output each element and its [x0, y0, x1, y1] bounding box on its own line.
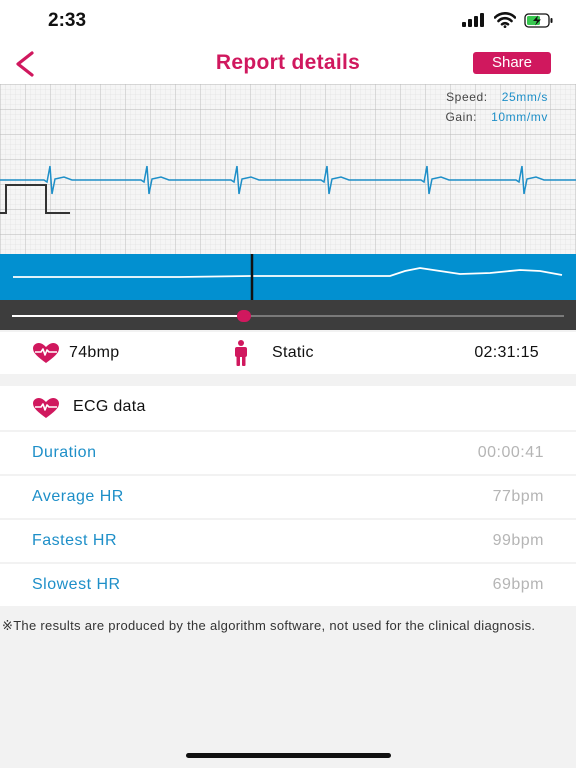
ecg-speed: Speed: 25mm/s — [446, 90, 548, 104]
battery-charging-icon — [524, 12, 553, 28]
status-icons — [462, 12, 554, 28]
posture-value: Static — [272, 344, 314, 361]
status-bar: 2:33 — [0, 0, 576, 44]
calibration-pulse — [0, 184, 70, 214]
gain-label: Gain: — [445, 110, 478, 124]
stat-value: 77bpm — [492, 488, 544, 505]
nav-bar: Report details Share — [0, 44, 576, 84]
home-indicator[interactable] — [186, 753, 391, 758]
stat-label: Slowest HR — [32, 576, 121, 593]
overview-trace — [13, 254, 563, 300]
stat-value: 69bpm — [492, 576, 544, 593]
heart-rate-icon — [33, 398, 59, 418]
ecg-overview[interactable] — [0, 254, 576, 300]
playback-slider[interactable] — [0, 300, 576, 330]
gain-value: 10mm/mv — [491, 110, 548, 124]
slider-thumb[interactable] — [236, 310, 251, 322]
section-title: ECG data — [73, 398, 146, 415]
disclaimer-text: ※The results are produced by the algorit… — [2, 618, 536, 633]
section-header: ECG data — [0, 386, 576, 430]
slider-fill — [12, 315, 244, 317]
speed-label: Speed: — [446, 90, 488, 104]
stat-label: Average HR — [32, 488, 124, 505]
stat-label: Fastest HR — [32, 532, 118, 549]
heart-rate-icon — [33, 343, 59, 363]
stat-value: 99bpm — [492, 532, 544, 549]
stat-row-slowest-hr: Slowest HR 69bpm — [0, 564, 576, 606]
status-time: 2:33 — [48, 10, 87, 31]
ecg-chart[interactable]: Speed: 25mm/s Gain: 10mm/mv — [0, 84, 576, 254]
slider-track[interactable] — [12, 310, 564, 322]
ecg-gain: Gain: 10mm/mv — [445, 110, 548, 124]
stat-value: 00:00:41 — [477, 444, 544, 461]
record-time: 02:31:15 — [474, 344, 539, 361]
stat-row-fastest-hr: Fastest HR 99bpm — [0, 520, 576, 562]
share-button[interactable]: Share — [473, 52, 551, 74]
summary-row: 74bmp Static 02:31:15 — [0, 332, 576, 374]
stat-row-average-hr: Average HR 77bpm — [0, 476, 576, 518]
stat-label: Duration — [32, 444, 97, 461]
speed-value: 25mm/s — [501, 90, 548, 104]
cellular-signal-icon — [462, 13, 484, 27]
wifi-icon — [494, 12, 516, 28]
person-standing-icon — [235, 340, 247, 366]
stat-row-duration: Duration 00:00:41 — [0, 432, 576, 474]
ecg-waveform — [0, 165, 576, 195]
heart-rate-value: 74bmp — [69, 344, 120, 361]
